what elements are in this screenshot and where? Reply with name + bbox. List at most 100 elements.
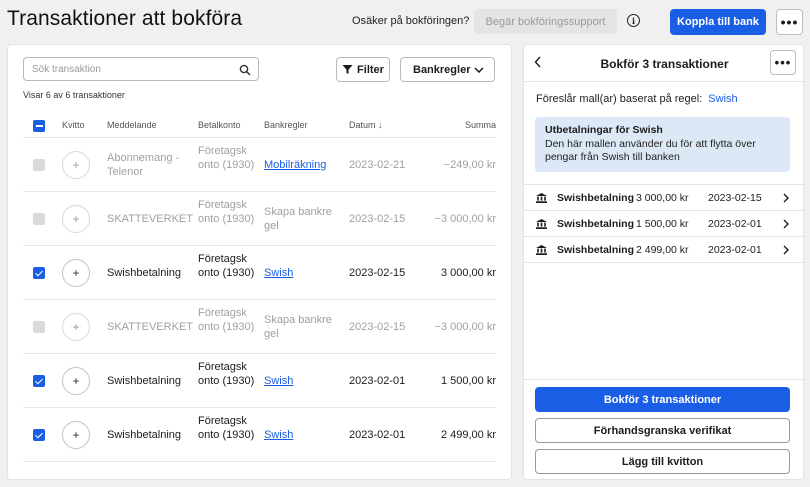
row-rule-link[interactable]: Mobilräkning — [264, 159, 326, 171]
row-checkbox[interactable] — [33, 375, 45, 387]
add-receipt-icon[interactable]: + — [62, 421, 90, 449]
list-item[interactable]: Swishbetalning 3 000,00 kr 2023-02-15 — [524, 185, 803, 211]
row-amount: 2 499,00 kr — [440, 429, 496, 441]
row-message: Swishbetalning — [107, 429, 181, 441]
row-checkbox[interactable] — [33, 321, 45, 333]
row-rule-text[interactable]: Skapa bankre gel — [264, 205, 334, 233]
filter-button[interactable]: Filter — [336, 57, 390, 82]
chevron-right-icon[interactable] — [782, 245, 790, 255]
row-rule-text[interactable]: Skapa bankre gel — [264, 313, 334, 341]
template-info-box: Utbetalningar för Swish Den här mallen a… — [535, 117, 790, 172]
row-checkbox[interactable] — [33, 159, 45, 171]
panel-title: Bokför 3 transaktioner — [600, 57, 729, 71]
search-input[interactable] — [32, 59, 232, 79]
tx-amount: 2 499,00 kr — [636, 244, 689, 256]
more-options-button[interactable]: ••• — [776, 9, 803, 35]
tx-name: Swishbetalning — [557, 192, 635, 204]
request-support-button[interactable]: Begär bokföringssupport — [474, 9, 617, 34]
row-message: SKATTEVERKET — [107, 321, 193, 333]
table-row[interactable]: + Swishbetalning Företagsk onto (1930) S… — [23, 354, 496, 408]
tx-amount: 3 000,00 kr — [636, 192, 689, 204]
row-amount: 3 000,00 kr — [440, 267, 496, 279]
table-row[interactable]: + Swishbetalning Företagsk onto (1930) S… — [23, 246, 496, 300]
row-amount: −3 000,00 kr — [434, 213, 496, 225]
row-date: 2023-02-15 — [349, 213, 406, 225]
row-account: Företagsk onto (1930) — [198, 361, 255, 387]
page-title: Transaktioner att bokföra — [7, 7, 243, 30]
row-account: Företagsk onto (1930) — [198, 307, 255, 333]
column-meddelande: Meddelande — [107, 120, 157, 130]
tx-date: 2023-02-01 — [708, 244, 762, 256]
chevron-right-icon[interactable] — [782, 193, 790, 203]
list-item[interactable]: Swishbetalning 2 499,00 kr 2023-02-01 — [524, 237, 803, 263]
chevron-down-icon — [474, 66, 484, 73]
add-receipt-icon[interactable]: + — [62, 205, 90, 233]
panel-header: Bokför 3 transaktioner ••• — [524, 45, 803, 82]
info-text: Den här mallen använder du för att flytt… — [545, 138, 756, 163]
table-row[interactable]: + SKATTEVERKET Företagsk onto (1930) Ska… — [23, 192, 496, 246]
row-date: 2023-02-21 — [349, 159, 406, 171]
search-field[interactable] — [23, 57, 259, 81]
row-account: Företagsk onto (1930) — [198, 199, 255, 225]
row-amount: −249,00 kr — [443, 159, 496, 171]
row-checkbox[interactable] — [33, 213, 45, 225]
row-message: SKATTEVERKET — [107, 213, 193, 225]
add-receipt-icon[interactable]: + — [62, 259, 90, 287]
bankregler-dropdown[interactable]: Bankregler — [400, 57, 495, 82]
preview-voucher-button[interactable]: Förhandsgranska verifikat — [535, 418, 790, 443]
add-receipts-button[interactable]: Lägg till kvitton — [535, 449, 790, 474]
row-date: 2023-02-01 — [349, 429, 406, 441]
selected-transactions-list: Swishbetalning 3 000,00 kr 2023-02-15 Sw… — [524, 184, 803, 263]
tx-name: Swishbetalning — [557, 218, 635, 230]
table-header: Kvitto Meddelande Betalkonto Bankregler … — [23, 116, 496, 138]
panel-footer: Bokför 3 transaktioner Förhandsgranska v… — [524, 379, 803, 479]
row-date: 2023-02-15 — [349, 267, 406, 279]
row-date: 2023-02-01 — [349, 375, 406, 387]
table-row[interactable]: + Swishbetalning Företagsk onto (1930) S… — [23, 408, 496, 462]
column-betalkonto: Betalkonto — [198, 120, 241, 130]
row-amount: 1 500,00 kr — [440, 375, 496, 387]
row-amount: −3 000,00 kr — [434, 321, 496, 333]
row-account: Företagsk onto (1930) — [198, 145, 255, 171]
book-transactions-button[interactable]: Bokför 3 transaktioner — [535, 387, 790, 412]
filter-icon — [342, 65, 353, 74]
transactions-card: Filter Bankregler Visar 6 av 6 transakti… — [7, 44, 512, 480]
add-receipt-icon[interactable]: + — [62, 151, 90, 179]
info-title: Utbetalningar för Swish — [545, 124, 663, 136]
column-bankregler: Bankregler — [264, 120, 308, 130]
row-checkbox[interactable] — [33, 267, 45, 279]
row-date: 2023-02-15 — [349, 321, 406, 333]
select-all-checkbox[interactable] — [33, 120, 45, 132]
column-kvitto: Kvitto — [62, 120, 85, 130]
row-message: Swishbetalning — [107, 267, 181, 279]
tx-amount: 1 500,00 kr — [636, 218, 689, 230]
tx-date: 2023-02-01 — [708, 218, 762, 230]
unsure-text: Osäker på bokföringen? — [352, 15, 470, 27]
chevron-right-icon[interactable] — [782, 219, 790, 229]
bank-icon — [536, 219, 547, 229]
panel-more-button[interactable]: ••• — [770, 50, 796, 75]
row-rule-link[interactable]: Swish — [264, 429, 293, 441]
row-checkbox[interactable] — [33, 429, 45, 441]
column-summa: Summa — [464, 120, 496, 130]
filter-label: Filter — [357, 63, 384, 76]
result-count: Visar 6 av 6 transaktioner — [23, 90, 125, 100]
suggest-text: Föreslår mall(ar) baserat på regel: — [536, 93, 703, 105]
top-bar: Transaktioner att bokföra Osäker på bokf… — [0, 0, 810, 44]
table-row[interactable]: + Abonnemang - Telenor Företagsk onto (1… — [23, 138, 496, 192]
row-rule-link[interactable]: Swish — [264, 375, 293, 387]
add-receipt-icon[interactable]: + — [62, 367, 90, 395]
row-account: Företagsk onto (1930) — [198, 253, 255, 279]
suggest-rule-link[interactable]: Swish — [708, 93, 737, 105]
add-receipt-icon[interactable]: + — [62, 313, 90, 341]
column-datum-sort[interactable]: Datum ↓ — [349, 120, 383, 130]
table-row[interactable]: + SKATTEVERKET Företagsk onto (1930) Ska… — [23, 300, 496, 354]
row-message: Swishbetalning — [107, 375, 181, 387]
tx-name: Swishbetalning — [557, 244, 635, 256]
template-suggestion: Föreslår mall(ar) baserat på regel: Swish — [536, 93, 738, 105]
row-rule-link[interactable]: Swish — [264, 267, 293, 279]
info-icon[interactable]: i — [627, 14, 640, 27]
search-icon[interactable] — [239, 64, 251, 76]
list-item[interactable]: Swishbetalning 1 500,00 kr 2023-02-01 — [524, 211, 803, 237]
connect-bank-button[interactable]: Koppla till bank — [670, 9, 766, 35]
